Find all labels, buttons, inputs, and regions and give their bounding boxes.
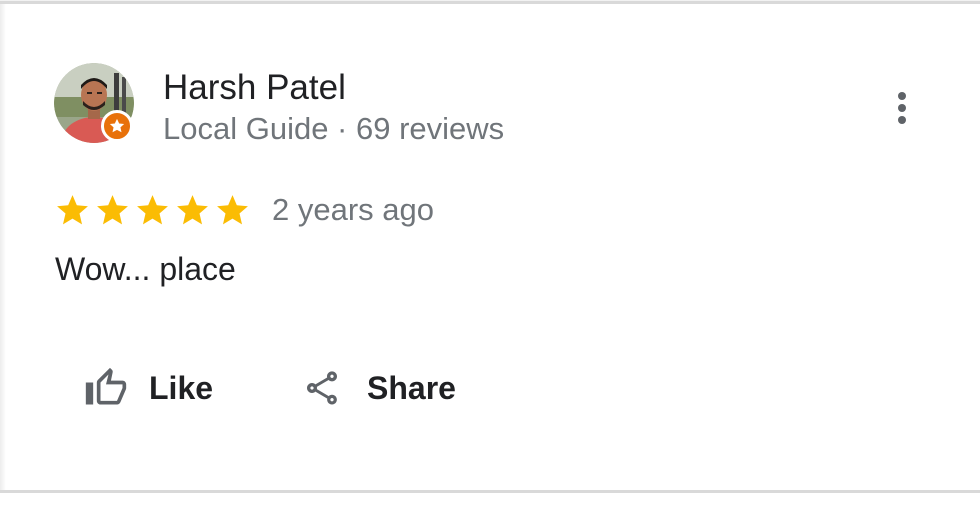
review-text: Wow... place: [55, 251, 236, 287]
star-icon: [217, 194, 248, 224]
review-card: Harsh Patel Local Guide · 69 reviews 2 y…: [0, 0, 980, 523]
thumb-up-outline-icon: [85, 367, 127, 405]
left-edge-shadow: [0, 4, 6, 490]
rating-row: 2 years ago: [54, 189, 434, 231]
star-icon: [97, 194, 128, 224]
star-icon: [177, 194, 208, 224]
share-label: Share: [367, 369, 456, 406]
like-label: Like: [149, 369, 214, 406]
like-button[interactable]: Like: [84, 362, 213, 414]
local-guide-badge: [101, 110, 133, 142]
share-button[interactable]: Share: [302, 362, 456, 414]
more-options-button[interactable]: [880, 86, 924, 130]
star-icon: [137, 194, 168, 224]
top-divider: [0, 0, 980, 4]
star-rating: [54, 192, 251, 229]
reviewer-meta: Local Guide · 69 reviews: [163, 111, 505, 146]
share-icon: [307, 371, 337, 405]
avatar[interactable]: [54, 63, 134, 143]
local-guide-star-icon: [109, 118, 125, 133]
review-date: 2 years ago: [272, 192, 434, 227]
star-icon: [57, 194, 88, 224]
bottom-divider: [0, 490, 980, 493]
reviewer-name[interactable]: Harsh Patel: [163, 66, 346, 110]
more-vert-icon: [898, 92, 906, 124]
